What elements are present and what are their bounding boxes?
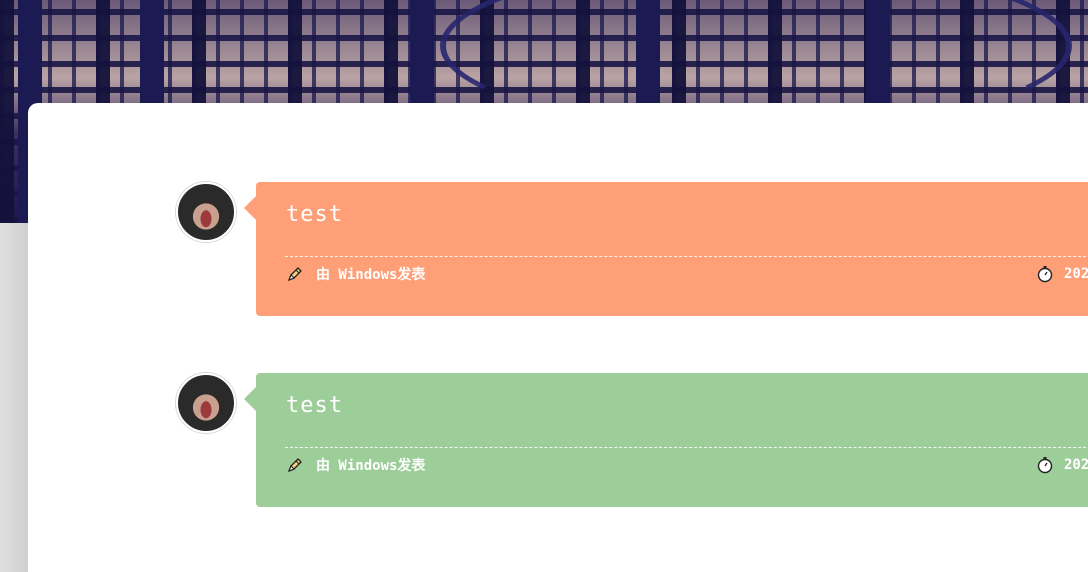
page-side-gutter [0,223,28,572]
author-avatar[interactable] [176,182,236,242]
entry-divider [285,256,1088,257]
entry-author-meta: 由 Windows发表 [286,264,425,284]
entry-date-meta: 202 [1036,455,1088,475]
timeline-entry: test 由 Windows发表 202 [176,182,1088,316]
stopwatch-icon [1037,266,1053,283]
entry-card[interactable]: test 由 Windows发表 202 [244,182,1088,316]
entry-card[interactable]: test 由 Windows发表 202 [244,373,1088,507]
entry-author-meta: 由 Windows发表 [286,455,425,475]
pen-icon [288,458,302,472]
entry-title[interactable]: test [286,202,343,227]
entry-author-text: 由 Windows发表 [316,267,426,283]
entry-author-text: 由 Windows发表 [316,458,426,474]
entry-divider [285,447,1088,448]
entry-date-text: 202 [1064,266,1088,282]
entry-date-text: 202 [1064,457,1088,473]
page: test 由 Windows发表 202 test 由 Windows发表 20… [0,0,1088,572]
pen-icon [288,267,302,281]
entry-title[interactable]: test [286,393,343,418]
stopwatch-icon [1037,457,1053,474]
author-avatar[interactable] [176,373,236,433]
timeline-entry: test 由 Windows发表 202 [176,373,1088,507]
content-panel: test 由 Windows发表 202 test 由 Windows发表 20… [28,103,1088,572]
entry-date-meta: 202 [1036,264,1088,284]
